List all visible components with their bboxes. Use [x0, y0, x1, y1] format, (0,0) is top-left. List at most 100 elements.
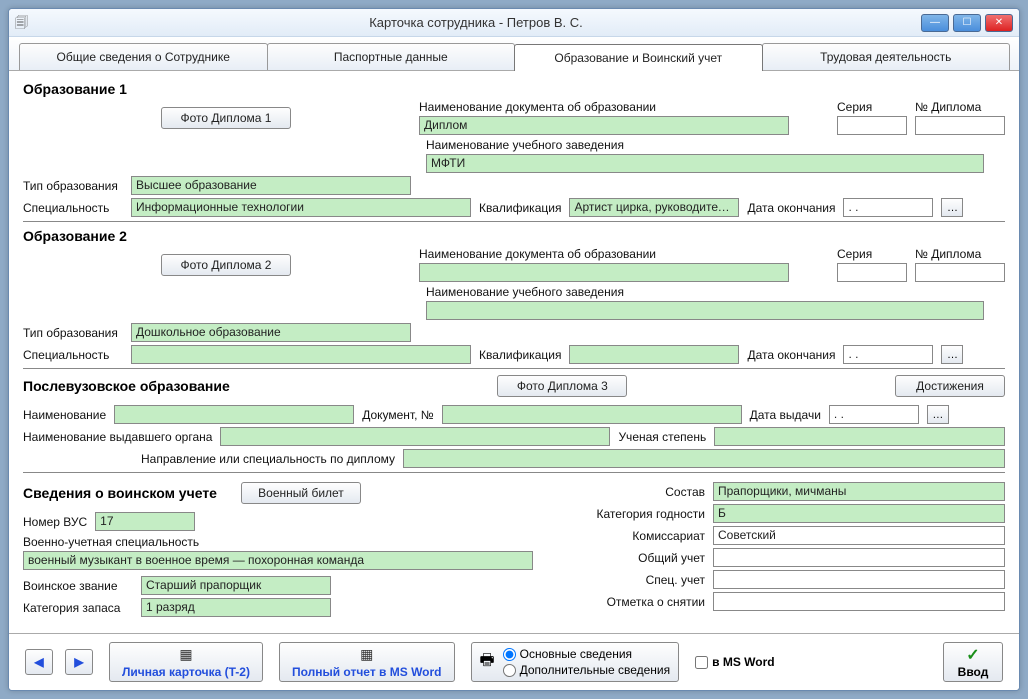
mil-fit-field[interactable]: Б [713, 504, 1005, 523]
post-photo-button[interactable]: Фото Диплома 3 [497, 375, 627, 397]
edu1-series-label: Серия [837, 100, 907, 114]
report-options-group: 🖶 Основные сведения Дополнительные сведе… [471, 642, 680, 682]
mil-fit-label: Категория годности [585, 507, 705, 521]
window-title: Карточка сотрудника - Петров В. С. [31, 15, 921, 30]
edu1-spec-field[interactable]: Информационные технологии [131, 198, 471, 217]
opt-basic[interactable]: Основные сведения [503, 647, 670, 661]
mil-sostav-label: Состав [585, 485, 705, 499]
edu1-end-field[interactable]: . . [843, 198, 933, 217]
edu1-head: Образование 1 [23, 81, 1005, 97]
post-organ-label: Наименование выдавшего органа [23, 430, 212, 444]
window: 🗐 Карточка сотрудника - Петров В. С. — ☐… [8, 8, 1020, 691]
edu2-doc-label: Наименование документа об образовании [419, 247, 829, 261]
radio-additional[interactable] [503, 664, 516, 677]
next-button[interactable]: ▶ [65, 649, 93, 675]
edu2-spec-field[interactable] [131, 345, 471, 364]
tabs: Общие сведения о Сотруднике Паспортные д… [9, 37, 1019, 71]
edu2-inst-label: Наименование учебного заведения [426, 285, 1005, 299]
post-degree-field[interactable] [714, 427, 1005, 446]
mil-rank-label: Воинское звание [23, 579, 133, 593]
prev-button[interactable]: ◀ [25, 649, 53, 675]
post-organ-field[interactable] [220, 427, 610, 446]
document-icon: ▦ [360, 646, 373, 663]
mil-sostav-field[interactable]: Прапорщики, мичманы [713, 482, 1005, 501]
edu1-type-label: Тип образования [23, 179, 123, 193]
maximize-button[interactable]: ☐ [953, 14, 981, 32]
full-report-label: Полный отчет в MS Word [292, 665, 442, 679]
edu1-inst-label: Наименование учебного заведения [426, 138, 1005, 152]
edu1-doc-label: Наименование документа об образовании [419, 100, 829, 114]
radio-basic[interactable] [503, 648, 516, 661]
edu1-photo-button[interactable]: Фото Диплома 1 [161, 107, 291, 129]
edu2-series-field[interactable] [837, 263, 907, 282]
mil-spec-label: Спец. учет [585, 573, 705, 587]
mil-spec-field[interactable] [713, 570, 1005, 589]
edu1-date-picker-button[interactable]: … [941, 198, 963, 217]
achievements-button[interactable]: Достижения [895, 375, 1005, 397]
edu2-spec-label: Специальность [23, 348, 123, 362]
mil-gen-label: Общий учет [585, 551, 705, 565]
mil-reserve-field[interactable]: 1 разряд [141, 598, 331, 617]
post-name-label: Наименование [23, 408, 106, 422]
mil-ticket-button[interactable]: Военный билет [241, 482, 361, 504]
edu2-end-label: Дата окончания [747, 348, 835, 362]
tab-work[interactable]: Трудовая деятельность [762, 43, 1011, 70]
edu2-qual-label: Квалификация [479, 348, 561, 362]
edu1-series-field[interactable] [837, 116, 907, 135]
edu1-number-field[interactable] [915, 116, 1005, 135]
edu2-doc-field[interactable] [419, 263, 789, 282]
mil-komis-label: Комиссариат [585, 529, 705, 543]
post-degree-label: Ученая степень [618, 430, 706, 444]
msword-checkbox-label[interactable]: в MS Word [695, 655, 774, 669]
edu2-type-label: Тип образования [23, 326, 123, 340]
post-date-picker-button[interactable]: … [927, 405, 949, 424]
tab-passport[interactable]: Паспортные данные [267, 43, 516, 70]
mil-gen-field[interactable] [713, 548, 1005, 567]
post-docnum-label: Документ, № [362, 408, 433, 422]
edu2-head: Образование 2 [23, 228, 1005, 244]
personal-card-button[interactable]: ▦ Личная карточка (T-2) [109, 642, 263, 682]
tab-education[interactable]: Образование и Воинский учет [514, 44, 763, 71]
minimize-button[interactable]: — [921, 14, 949, 32]
edu1-spec-label: Специальность [23, 201, 123, 215]
edu1-number-label: № Диплома [915, 100, 1005, 114]
edu2-number-label: № Диплома [915, 247, 1005, 261]
post-issue-label: Дата выдачи [750, 408, 821, 422]
enter-button[interactable]: ✓ Ввод [943, 642, 1003, 682]
full-report-button[interactable]: ▦ Полный отчет в MS Word [279, 642, 455, 682]
post-docnum-field[interactable] [442, 405, 742, 424]
edu1-doc-field[interactable]: Диплом [419, 116, 789, 135]
mil-vusspec-field[interactable]: военный музыкант в военное время — похор… [23, 551, 533, 570]
mil-mark-field[interactable] [713, 592, 1005, 611]
edu2-end-field[interactable]: . . [843, 345, 933, 364]
edu2-number-field[interactable] [915, 263, 1005, 282]
mil-head: Сведения о воинском учете [23, 485, 217, 501]
printer-icon: 🖶 [480, 649, 495, 676]
edu2-inst-field[interactable] [426, 301, 984, 320]
mil-rank-field[interactable]: Старший прапорщик [141, 576, 331, 595]
mil-vusspec-label: Военно-учетная специальность [23, 535, 199, 549]
post-dir-label: Направление или специальность по диплому [141, 452, 395, 466]
post-issue-field[interactable]: . . [829, 405, 919, 424]
edu2-photo-button[interactable]: Фото Диплома 2 [161, 254, 291, 276]
post-dir-field[interactable] [403, 449, 1005, 468]
enter-label: Ввод [958, 665, 989, 679]
edu2-qual-field[interactable] [569, 345, 739, 364]
mil-komis-field[interactable]: Советский [713, 526, 1005, 545]
mil-mark-label: Отметка о снятии [585, 595, 705, 609]
check-icon: ✓ [966, 645, 979, 665]
edu1-type-field[interactable]: Высшее образование [131, 176, 411, 195]
document-icon: ▦ [179, 646, 192, 663]
tab-general[interactable]: Общие сведения о Сотруднике [19, 43, 268, 70]
mil-vus-field[interactable]: 17 [95, 512, 195, 531]
edu2-date-picker-button[interactable]: … [941, 345, 963, 364]
msword-checkbox[interactable] [695, 656, 708, 669]
titlebar: 🗐 Карточка сотрудника - Петров В. С. — ☐… [9, 9, 1019, 37]
edu2-type-field[interactable]: Дошкольное образование [131, 323, 411, 342]
edu2-series-label: Серия [837, 247, 907, 261]
edu1-inst-field[interactable]: МФТИ [426, 154, 984, 173]
edu1-qual-field[interactable]: Артист цирка, руководитель и [569, 198, 739, 217]
close-button[interactable]: ✕ [985, 14, 1013, 32]
post-name-field[interactable] [114, 405, 354, 424]
opt-additional[interactable]: Дополнительные сведения [503, 663, 670, 677]
